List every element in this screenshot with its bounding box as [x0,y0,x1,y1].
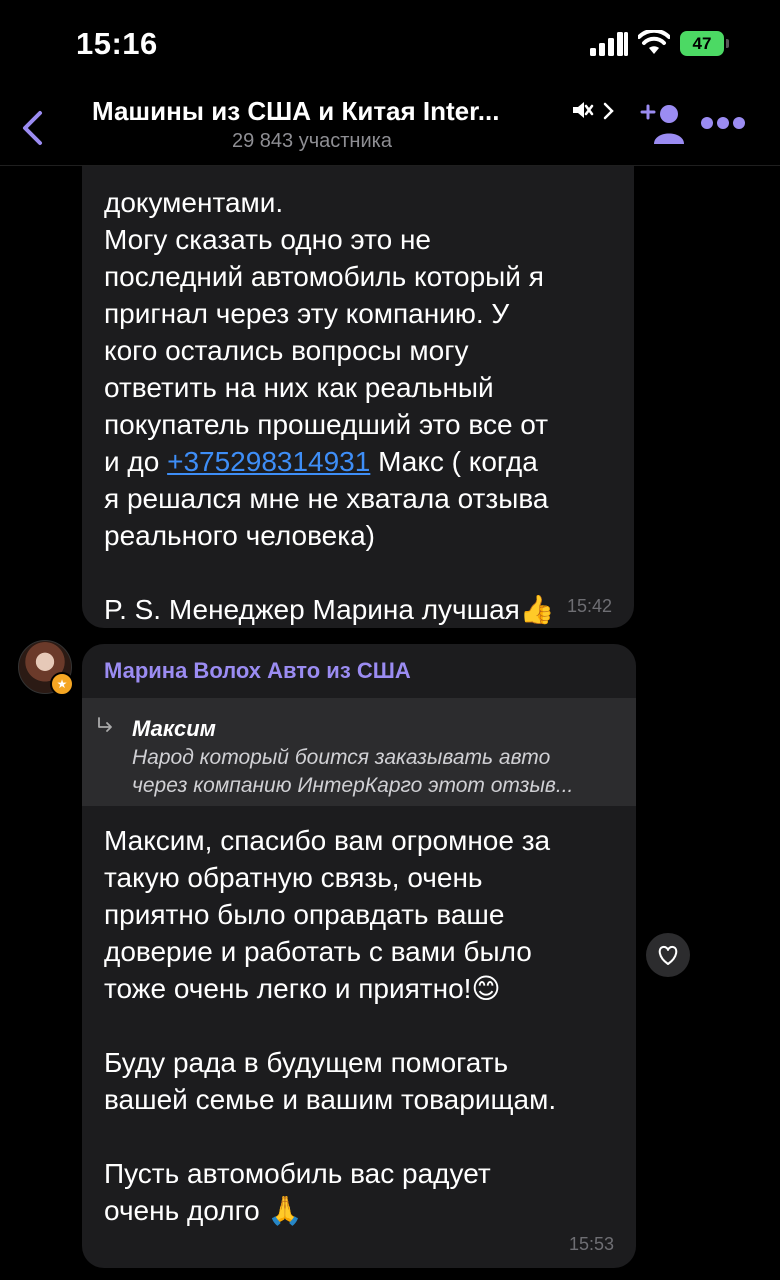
message-bubble[interactable]: документами. Могу сказать одно это не по… [82,166,634,628]
heart-icon [658,945,678,965]
reply-author: Максим [132,716,216,741]
battery-level: 47 [680,31,724,56]
member-count: 29 843 участника [232,130,392,152]
battery-icon: 47 [680,31,730,56]
cellular-signal-icon [590,32,628,56]
add-member-icon[interactable] [640,102,688,146]
wifi-icon [638,30,670,54]
sender-name[interactable]: Марина Волох Авто из США [104,658,411,684]
message-text: Максим, спасибо вам огромное за такую об… [104,825,557,1226]
reply-arrow-icon [98,717,112,732]
message-time: 15:42 [566,596,612,616]
chat-title[interactable]: Машины из США и Китая Inter... [92,96,499,127]
message-list[interactable]: документами. Могу сказать одно это не по… [0,166,780,1280]
message-time: 15:53 [568,1234,614,1254]
status-bar: 15:16 47 [0,0,780,88]
chevron-right-icon[interactable] [602,102,614,120]
reaction-heart-button[interactable] [646,933,690,977]
more-options-icon[interactable] [700,116,746,130]
status-time: 15:16 [76,26,158,61]
message-text: документами. Могу сказать одно это не по… [104,184,555,628]
mute-icon [573,102,594,118]
message-bubble[interactable]: Марина Волох Авто из США Максим Народ ко… [82,644,636,1268]
message-text-part: документами. Могу сказать одно это не по… [104,187,549,477]
chat-header: Машины из США и Китая Inter... 29 843 уч… [0,88,780,166]
phone-link[interactable]: +375298314931 [167,446,370,477]
back-icon[interactable] [20,110,44,146]
reply-preview[interactable]: Максим Народ который боится заказывать а… [82,698,636,806]
battery-tip [726,39,729,48]
reply-text: Народ который боится заказывать авто чер… [132,746,574,797]
star-badge-icon: ★ [50,672,74,696]
